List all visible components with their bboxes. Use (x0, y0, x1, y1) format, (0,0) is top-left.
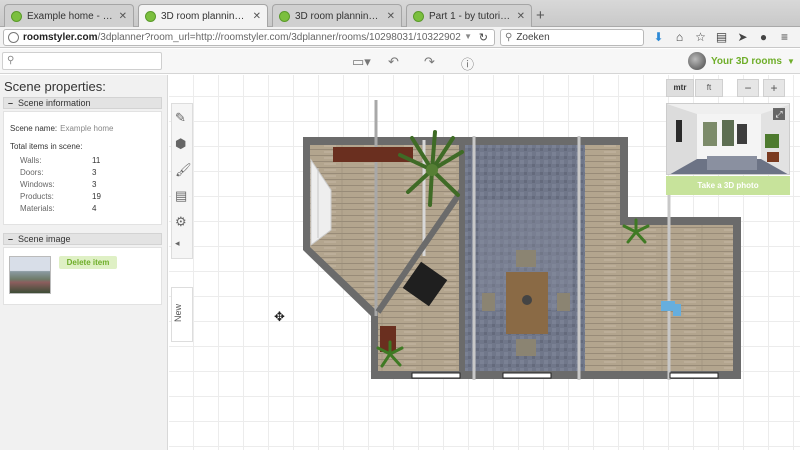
take-3d-photo-button[interactable]: Take a 3D photo (666, 176, 790, 195)
move-cursor-icon: ✥ (274, 309, 285, 324)
floor-tool-icon[interactable]: ⬢ (175, 136, 186, 152)
new-panel-tab[interactable]: New (171, 287, 193, 342)
3d-preview[interactable]: ⤢ (666, 103, 790, 175)
wall-tool-icon[interactable]: ✎ (175, 110, 186, 126)
zoom-out-button[interactable]: − (737, 79, 759, 97)
blue-chair-leg (673, 304, 681, 316)
collapse-arrow-icon[interactable]: ◂ (175, 238, 180, 249)
3d-preview-render (667, 104, 789, 174)
settings-gear-icon[interactable]: ⚙ (175, 214, 187, 230)
new-tab-label: New (173, 303, 184, 323)
edit-tool-strip: ✎ ⬢ 🖌 ▤ ⚙ ◂ (171, 103, 193, 259)
expand-icon[interactable]: ⤢ (773, 108, 785, 120)
unit-metric-button[interactable]: mtr (666, 79, 694, 97)
zoom-in-button[interactable]: + (763, 79, 785, 97)
floor-plan-drawing (303, 100, 741, 380)
paint-tool-icon[interactable]: 🖌 (175, 162, 192, 178)
unit-feet-button[interactable]: ft (695, 79, 723, 97)
cabinet (380, 326, 396, 352)
clipboard-tool-icon[interactable]: ▤ (175, 188, 187, 204)
table-vase (522, 295, 532, 305)
blue-chair (661, 301, 675, 311)
palm-plant-center (426, 164, 438, 176)
